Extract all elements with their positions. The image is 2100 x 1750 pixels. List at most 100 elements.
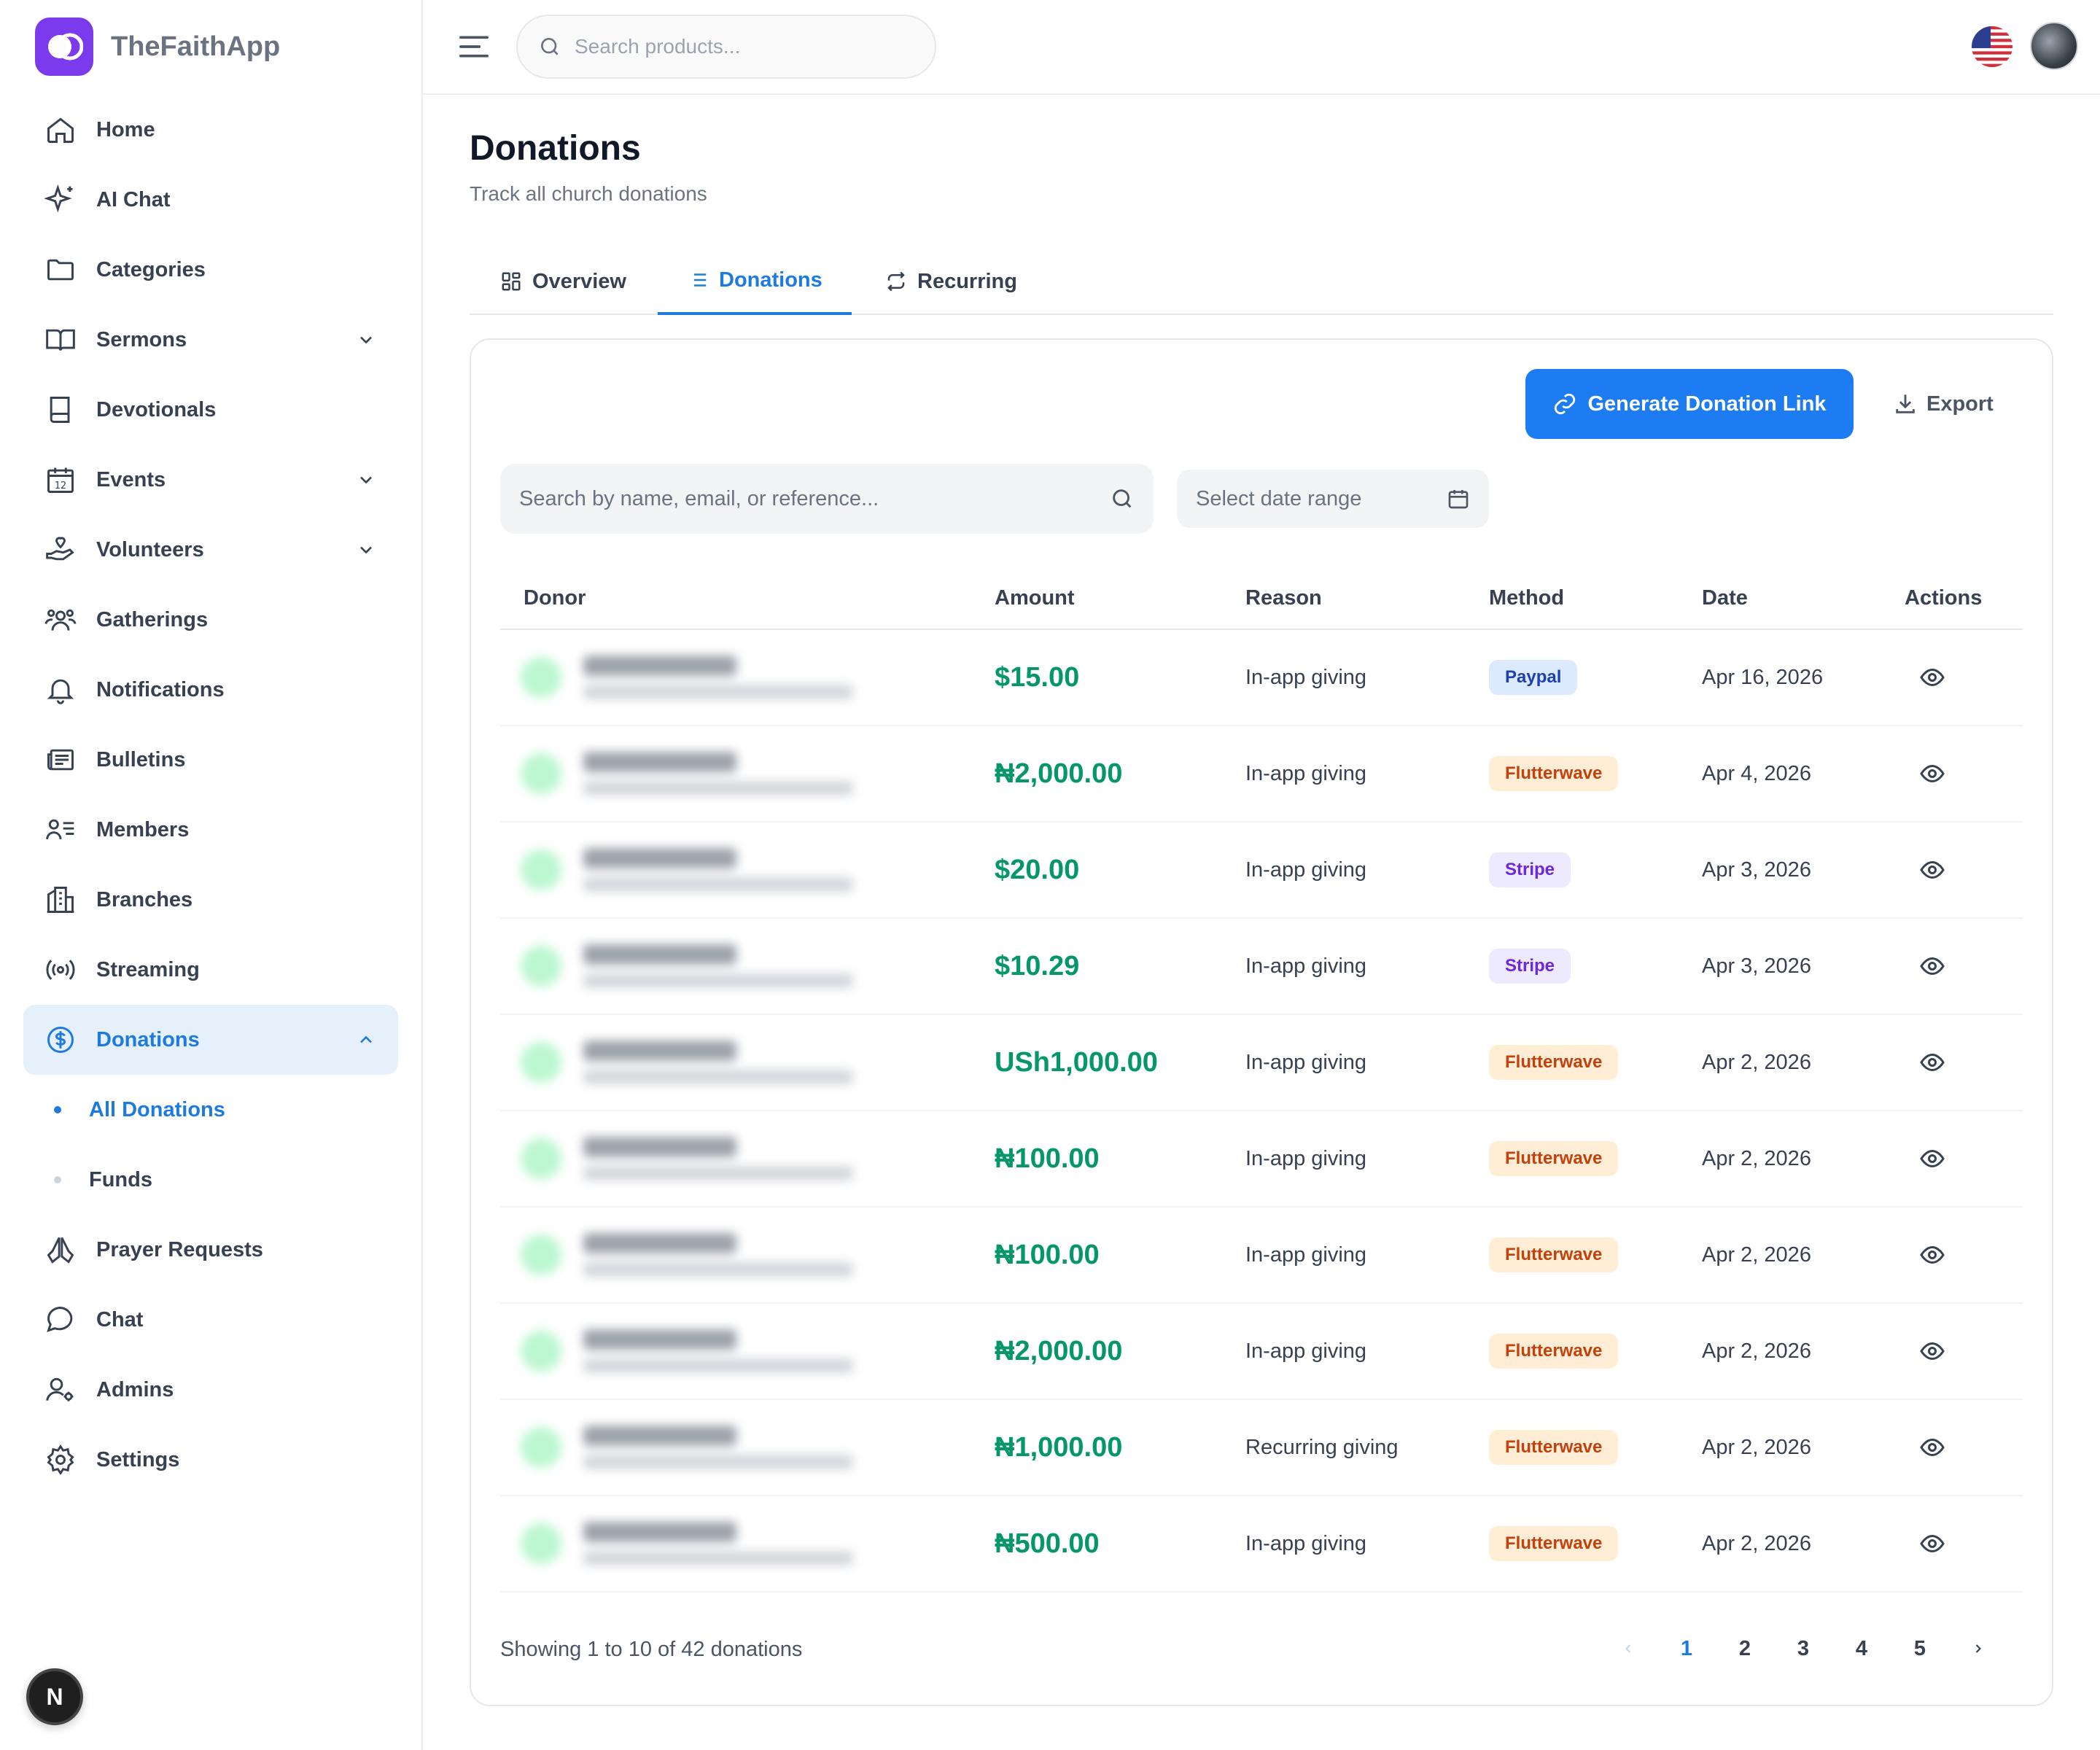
chat-bubble-icon — [44, 1303, 77, 1337]
donor-text-redacted — [583, 656, 853, 699]
view-eye-icon[interactable] — [1919, 857, 1945, 883]
date-cell: Apr 2, 2026 — [1702, 1111, 1811, 1206]
sidebar-item-prayer-requests[interactable]: Prayer Requests — [23, 1215, 398, 1285]
table-row[interactable]: ₦100.00 In-app giving Flutterwave Apr 2, 20… — [500, 1111, 2023, 1208]
sidebar-item-devotionals[interactable]: Devotionals — [23, 375, 398, 445]
reason-cell: In-app giving — [1245, 919, 1366, 1014]
view-eye-icon[interactable] — [1919, 953, 1945, 979]
donation-reason: In-app giving — [1245, 1339, 1367, 1363]
date-range-picker[interactable]: Select date range — [1177, 470, 1489, 528]
pagination-prev-button[interactable] — [1610, 1630, 1646, 1667]
donor-cell — [521, 822, 853, 917]
view-eye-icon[interactable] — [1919, 664, 1945, 691]
donation-search[interactable] — [500, 464, 1154, 534]
view-eye-icon[interactable] — [1919, 1242, 1945, 1268]
view-eye-icon[interactable] — [1919, 1338, 1945, 1364]
tab-recurring[interactable]: Recurring — [884, 248, 1019, 315]
donation-date: Apr 3, 2026 — [1702, 858, 1811, 882]
sidebar-item-donations[interactable]: Donations — [23, 1005, 398, 1075]
sparkles-icon — [44, 183, 77, 217]
pagination-next-button[interactable] — [1960, 1630, 1996, 1667]
method-cell: Stripe — [1489, 822, 1571, 917]
donor-redacted — [521, 1041, 853, 1084]
dev-tools-badge[interactable]: N — [26, 1668, 83, 1725]
chevron-down-icon[interactable] — [356, 540, 376, 560]
sidebar-item-branches[interactable]: Branches — [23, 865, 398, 935]
donor-text-redacted — [583, 1522, 853, 1566]
tab-overview[interactable]: Overview — [499, 248, 628, 315]
sidebar-item-volunteers[interactable]: Volunteers — [23, 515, 398, 585]
sidebar-subitem-funds[interactable]: Funds — [23, 1145, 398, 1215]
sidebar-subitem-label: Funds — [89, 1167, 152, 1191]
home-icon — [44, 113, 77, 147]
method-cell: Flutterwave — [1489, 1304, 1619, 1399]
pagination-page-1[interactable]: 1 — [1668, 1630, 1705, 1667]
table-row[interactable]: $20.00 In-app giving Stripe Apr 3, 2026 — [500, 822, 2023, 919]
actions-cell — [1919, 919, 1945, 1014]
donation-amount: $20.00 — [995, 854, 1080, 885]
method-badge: Flutterwave — [1489, 1430, 1619, 1465]
column-header-amount: Amount — [995, 586, 1075, 610]
view-eye-icon[interactable] — [1919, 761, 1945, 787]
chevron-up-icon[interactable] — [356, 1030, 376, 1050]
table-row[interactable]: ₦100.00 In-app giving Flutterwave Apr 2, 20… — [500, 1208, 2023, 1304]
donation-reason: In-app giving — [1245, 665, 1367, 689]
user-avatar[interactable] — [2030, 22, 2078, 70]
sidebar-item-admins[interactable]: Admins — [23, 1355, 398, 1425]
donations-card: Generate Donation Link Export Select dat… — [470, 338, 2053, 1706]
pagination-page-3[interactable]: 3 — [1785, 1630, 1821, 1667]
export-button[interactable]: Export — [1893, 369, 1994, 439]
sidebar-item-chat[interactable]: Chat — [23, 1285, 398, 1355]
sidebar-item-ai-chat[interactable]: AI Chat — [23, 165, 398, 235]
us-flag-icon[interactable] — [1972, 26, 2012, 67]
menu-toggle-icon[interactable] — [458, 32, 490, 61]
view-eye-icon[interactable] — [1919, 1049, 1945, 1076]
sidebar-item-home[interactable]: Home — [23, 95, 398, 165]
date-cell: Apr 2, 2026 — [1702, 1015, 1811, 1110]
sidebar-item-notifications[interactable]: Notifications — [23, 655, 398, 725]
donation-reason: In-app giving — [1245, 761, 1367, 785]
sidebar-item-members[interactable]: Members — [23, 795, 398, 865]
export-label: Export — [1926, 392, 1994, 416]
sidebar-item-categories[interactable]: Categories — [23, 235, 398, 305]
amount-cell: ₦100.00 — [995, 1111, 1100, 1206]
table-row[interactable]: ₦2,000.00 In-app giving Flutterwave Apr 2, … — [500, 1304, 2023, 1400]
pagination-page-4[interactable]: 4 — [1843, 1630, 1880, 1667]
product-search[interactable] — [516, 15, 936, 79]
actions-cell — [1919, 1400, 1945, 1495]
sidebar-item-bulletins[interactable]: Bulletins — [23, 725, 398, 795]
chevron-down-icon[interactable] — [356, 330, 376, 350]
generate-donation-link-button[interactable]: Generate Donation Link — [1525, 369, 1854, 439]
table-row[interactable]: ₦500.00 In-app giving Flutterwave Apr 2, 20… — [500, 1496, 2023, 1592]
donor-avatar — [521, 1331, 561, 1372]
tab-donations[interactable]: Donations — [658, 248, 852, 315]
sidebar-item-label: Chat — [96, 1307, 144, 1331]
donation-search-input[interactable] — [519, 486, 1110, 511]
sidebar-item-gatherings[interactable]: Gatherings — [23, 585, 398, 655]
sidebar-item-events[interactable]: 12 Events — [23, 445, 398, 515]
table-row[interactable]: $15.00 In-app giving Paypal Apr 16, 2026 — [500, 630, 2023, 726]
view-eye-icon[interactable] — [1919, 1146, 1945, 1172]
donor-text-redacted — [583, 752, 853, 796]
table-row[interactable]: ₦2,000.00 In-app giving Flutterwave Apr 4, … — [500, 726, 2023, 822]
book-open-icon — [44, 323, 77, 357]
view-eye-icon[interactable] — [1919, 1434, 1945, 1461]
pagination-page-2[interactable]: 2 — [1727, 1630, 1763, 1667]
brand[interactable]: TheFaithApp — [35, 18, 280, 76]
product-search-input[interactable] — [575, 35, 910, 58]
sidebar-item-sermons[interactable]: Sermons — [23, 305, 398, 375]
sidebar-item-streaming[interactable]: Streaming — [23, 935, 398, 1005]
sidebar-subitem-all-donations[interactable]: All Donations — [23, 1075, 398, 1145]
chevron-down-icon[interactable] — [356, 470, 376, 490]
amount-cell: ₦100.00 — [995, 1208, 1100, 1302]
pagination-page-5[interactable]: 5 — [1902, 1630, 1938, 1667]
table-row[interactable]: USh1,000.00 In-app giving Flutterwave Apr 2… — [500, 1015, 2023, 1111]
app-name: TheFaithApp — [111, 31, 281, 62]
table-row[interactable]: ₦1,000.00 Recurring giving Flutterwave Apr … — [500, 1400, 2023, 1496]
bullet-dot-icon — [54, 1176, 61, 1183]
view-eye-icon[interactable] — [1919, 1531, 1945, 1557]
table-row[interactable]: $10.29 In-app giving Stripe Apr 3, 2026 — [500, 919, 2023, 1015]
sidebar-item-settings[interactable]: Settings — [23, 1425, 398, 1495]
sidebar-item-label: Notifications — [96, 677, 225, 701]
donor-avatar — [521, 1427, 561, 1468]
